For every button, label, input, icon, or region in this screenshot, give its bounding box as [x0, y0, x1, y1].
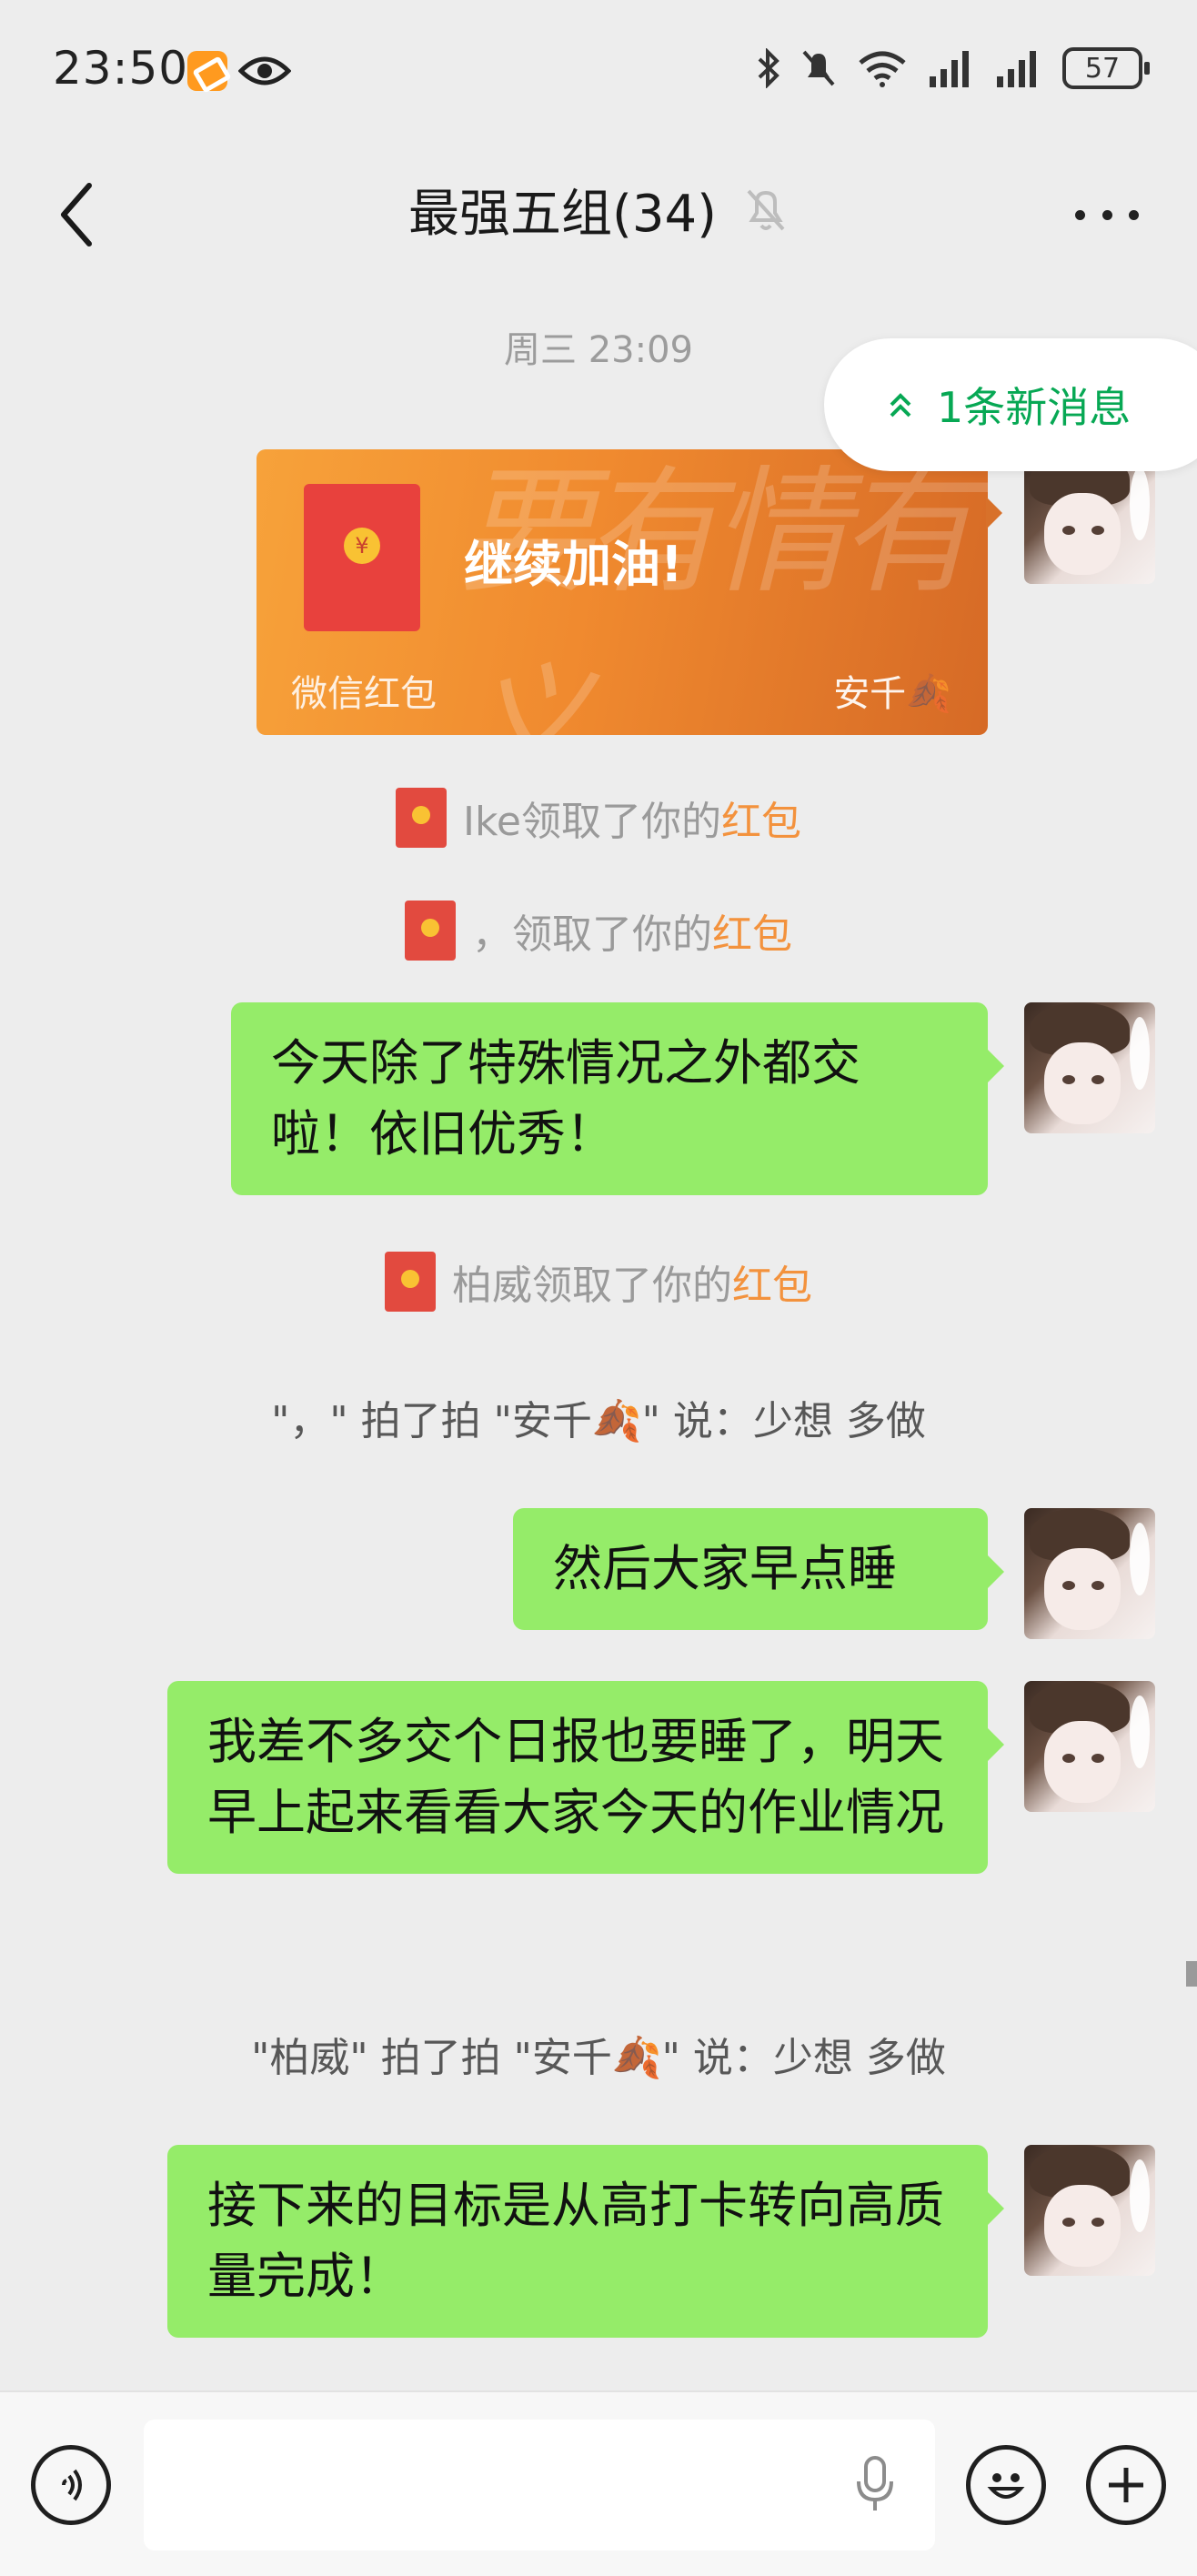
wifi-icon	[859, 51, 906, 87]
message-input[interactable]	[144, 2420, 935, 2551]
status-bar: 23:50 57	[0, 0, 1197, 146]
microphone-icon[interactable]	[851, 2454, 899, 2514]
coin-icon: ¥	[344, 528, 380, 564]
chat-header: 最强五组(34)	[0, 146, 1197, 282]
red-packet-link[interactable]: 红包	[732, 1263, 812, 1309]
mute-notification-icon	[802, 50, 835, 86]
red-envelope-icon: ¥	[304, 484, 420, 631]
red-packet-brand: 微信红包	[291, 673, 437, 715]
red-packet-icon	[385, 1252, 436, 1312]
scrollbar[interactable]	[1186, 1961, 1197, 1987]
battery-indicator: 57	[1062, 47, 1150, 89]
avatar[interactable]	[1024, 1002, 1155, 1133]
red-packet-sender: 安千🍂	[833, 673, 951, 715]
new-messages-label: 1条新消息	[937, 383, 1132, 432]
double-chevron-up-icon	[890, 393, 911, 418]
message-bubble[interactable]: 我差不多交个日报也要睡了，明天早上起来看看大家今天的作业情况	[167, 1681, 1004, 1874]
app-notification-icon	[187, 51, 227, 91]
message-bubble[interactable]: 今天除了特殊情况之外都交啦！依旧优秀！	[231, 1002, 1004, 1195]
input-bar	[0, 2390, 1197, 2576]
mute-bell-icon	[747, 189, 785, 230]
red-packet-message: 继续加油!	[464, 536, 683, 593]
signal-icon-2	[997, 51, 1036, 87]
red-packet-claim-notice: ，领取了你的红包	[0, 901, 1197, 961]
status-time: 23:50	[53, 42, 189, 95]
avatar[interactable]	[1024, 1681, 1155, 1812]
red-packet-claim-notice: Ike领取了你的红包	[0, 788, 1197, 848]
message-list[interactable]: 周三 23:09 要有情有义 ¥ 继续加油! 微信红包 安千🍂 1条新消息 Ik…	[0, 282, 1197, 2390]
chat-title[interactable]: 最强五组(34)	[408, 173, 717, 247]
bluetooth-icon	[758, 48, 780, 88]
plus-icon[interactable]	[1086, 2445, 1166, 2525]
red-packet-icon	[396, 788, 448, 848]
pat-notice: "柏威" 拍了拍 "安千🍂" 说：少想 多做	[251, 2035, 946, 2081]
more-dots-icon[interactable]	[1075, 196, 1139, 233]
red-packet-link[interactable]: 红包	[721, 799, 801, 845]
signal-icon-1	[930, 51, 969, 87]
bubble-tail	[986, 497, 1002, 529]
avatar[interactable]	[1024, 1508, 1155, 1639]
red-packet-claim-notice: 柏威领取了你的红包	[0, 1252, 1197, 1312]
message-bubble[interactable]: 接下来的目标是从高打卡转向高质量完成！	[167, 2145, 1004, 2338]
red-packet-icon	[405, 901, 456, 961]
voice-icon[interactable]	[31, 2445, 111, 2525]
battery-level: 57	[1084, 52, 1121, 85]
new-messages-button[interactable]: 1条新消息	[824, 338, 1197, 471]
avatar[interactable]	[1024, 2145, 1155, 2276]
emoji-icon[interactable]	[966, 2445, 1046, 2525]
status-icons: 57	[757, 47, 1150, 89]
red-packet-card[interactable]: 要有情有义 ¥ 继续加油! 微信红包 安千🍂	[256, 449, 988, 735]
red-packet-link[interactable]: 红包	[712, 911, 792, 958]
eye-icon	[238, 56, 291, 86]
pat-notice: "，" 拍了拍 "安千🍂" 说：少想 多做	[271, 1398, 926, 1444]
avatar[interactable]	[1024, 453, 1155, 584]
message-bubble[interactable]: 然后大家早点睡	[513, 1508, 1004, 1630]
